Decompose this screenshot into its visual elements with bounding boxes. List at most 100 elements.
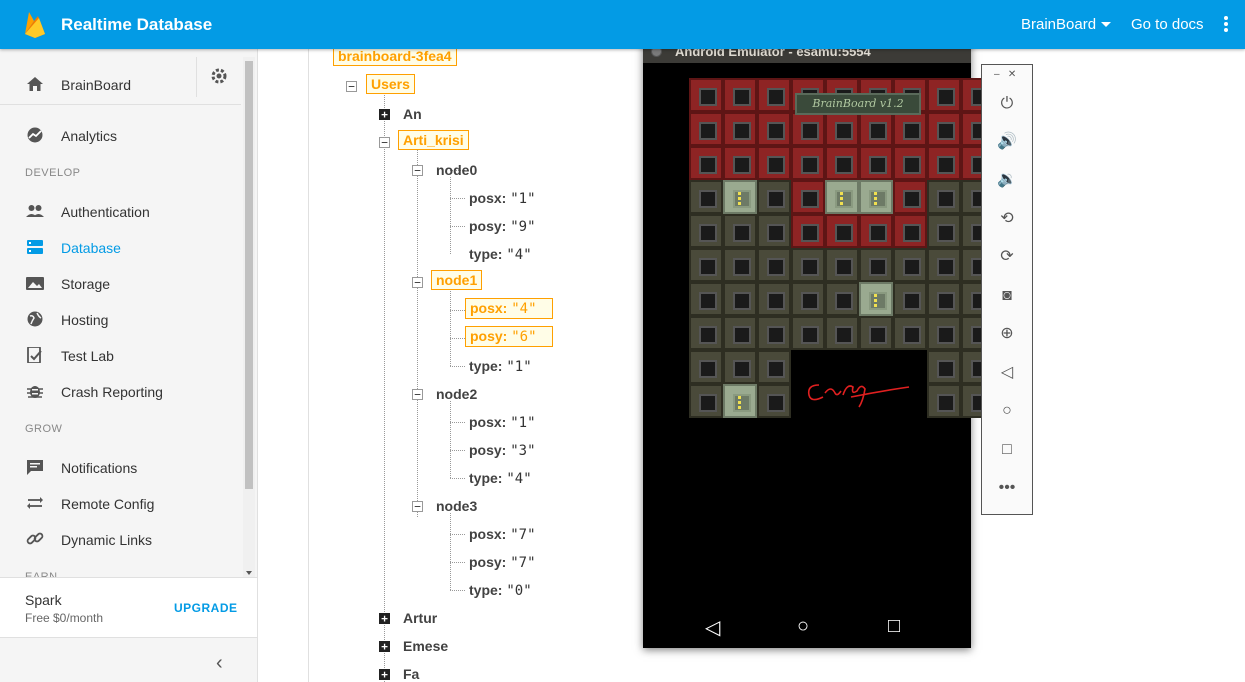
go-to-docs-link[interactable]: Go to docs	[1131, 16, 1204, 33]
board-cell[interactable]	[825, 214, 859, 248]
tree-node-node2[interactable]: node2	[436, 386, 477, 402]
board-cell[interactable]	[689, 384, 723, 418]
board-cell[interactable]	[893, 282, 927, 316]
board-cell[interactable]	[689, 78, 723, 112]
board-cell[interactable]	[791, 316, 825, 350]
board-cell[interactable]	[757, 146, 791, 180]
board-cell[interactable]	[723, 146, 757, 180]
sidebar-home[interactable]: BrainBoard	[0, 57, 241, 105]
board-cell[interactable]	[723, 248, 757, 282]
board-cell[interactable]	[791, 146, 825, 180]
tree-leaf-posy[interactable]: posy: "7"	[469, 554, 536, 571]
sidebar-item-analytics[interactable]: Analytics	[0, 117, 241, 153]
board-cell[interactable]	[689, 248, 723, 282]
scroll-down-icon[interactable]	[246, 571, 252, 575]
camera-icon[interactable]: ◙	[996, 285, 1018, 307]
board-cell[interactable]	[927, 316, 961, 350]
board-cell[interactable]	[791, 214, 825, 248]
board-cell[interactable]	[859, 214, 893, 248]
sidebar-item-authentication[interactable]: Authentication	[0, 193, 241, 229]
volume-up-icon[interactable]: 🔊	[996, 131, 1018, 153]
chevron-down-icon[interactable]	[1101, 22, 1111, 27]
board-cell[interactable]	[927, 282, 961, 316]
board-cell[interactable]	[859, 180, 893, 214]
tree-leaf-type[interactable]: type: "1"	[469, 358, 532, 375]
board-cell[interactable]	[825, 112, 859, 146]
tree-leaf-posx[interactable]: posx: "4"	[465, 298, 553, 319]
board-cell[interactable]	[689, 214, 723, 248]
board-cell[interactable]	[893, 146, 927, 180]
board-cell[interactable]	[893, 316, 927, 350]
board-cell[interactable]	[859, 316, 893, 350]
board-cell[interactable]	[689, 146, 723, 180]
board-cell[interactable]	[825, 146, 859, 180]
volume-down-icon[interactable]: 🔉	[996, 169, 1018, 191]
home-circle-icon[interactable]: ○	[797, 615, 809, 638]
zoom-icon[interactable]: ⊕	[996, 323, 1018, 345]
toolbar-window-controls[interactable]: – ✕	[994, 69, 1016, 80]
board-cell[interactable]	[723, 78, 757, 112]
board-cell[interactable]	[791, 282, 825, 316]
board-cell[interactable]	[791, 112, 825, 146]
board-cell[interactable]	[825, 282, 859, 316]
board-cell[interactable]	[927, 248, 961, 282]
expand-toggle-icon[interactable]: +	[379, 669, 390, 680]
tree-leaf-type[interactable]: type: "0"	[469, 582, 532, 599]
sidebar-item-storage[interactable]: Storage	[0, 265, 241, 301]
expand-toggle-icon[interactable]: +	[379, 613, 390, 624]
board-cell[interactable]	[723, 316, 757, 350]
board-cell[interactable]	[723, 282, 757, 316]
tree-node-arti-krisi[interactable]: Arti_krisi	[398, 130, 469, 150]
board-cell[interactable]	[689, 350, 723, 384]
board-cell[interactable]	[927, 350, 961, 384]
board-cell[interactable]	[859, 146, 893, 180]
back-icon[interactable]: ◁	[996, 362, 1018, 384]
board-cell[interactable]	[791, 248, 825, 282]
more-horiz-icon[interactable]: •••	[996, 477, 1018, 499]
collapse-toggle-icon[interactable]: −	[379, 137, 390, 148]
board-cell[interactable]	[723, 214, 757, 248]
sidebar-item-hosting[interactable]: Hosting	[0, 301, 241, 337]
sidebar-item-dynamic-links[interactable]: Dynamic Links	[0, 521, 241, 557]
board-cell[interactable]	[757, 214, 791, 248]
tree-leaf-posy[interactable]: posy: "6"	[465, 326, 553, 347]
sidebar-item-database[interactable]: Database	[0, 229, 241, 265]
overview-icon[interactable]: □	[996, 439, 1018, 461]
expand-toggle-icon[interactable]: +	[379, 109, 390, 120]
board-cell[interactable]	[723, 384, 757, 418]
tree-leaf-posy[interactable]: posy: "3"	[469, 442, 536, 459]
tree-leaf-posx[interactable]: posx: "1"	[469, 414, 536, 431]
board-cell[interactable]	[757, 350, 791, 384]
board-cell[interactable]	[689, 282, 723, 316]
board-cell[interactable]	[893, 180, 927, 214]
board-cell[interactable]	[859, 248, 893, 282]
board-cell[interactable]	[927, 384, 961, 418]
collapse-sidebar-button[interactable]: ‹	[0, 637, 257, 682]
board-cell[interactable]	[825, 316, 859, 350]
tree-root-key[interactable]: brainboard-3fea4	[333, 46, 457, 66]
board-cell[interactable]	[723, 112, 757, 146]
recents-icon[interactable]: □	[888, 615, 900, 638]
board-cell[interactable]	[689, 316, 723, 350]
collapse-toggle-icon[interactable]: −	[412, 389, 423, 400]
expand-toggle-icon[interactable]: +	[379, 641, 390, 652]
tree-node-node1[interactable]: node1	[431, 270, 483, 290]
board-cell[interactable]	[893, 248, 927, 282]
board-cell[interactable]	[757, 282, 791, 316]
sidebar-item-crash-reporting[interactable]: Crash Reporting	[0, 373, 241, 409]
tree-leaf-type[interactable]: type: "4"	[469, 470, 532, 487]
scrollbar-thumb[interactable]	[245, 61, 253, 489]
board-cell[interactable]	[927, 146, 961, 180]
sidebar-item-notifications[interactable]: Notifications	[0, 449, 241, 485]
tree-node-emese[interactable]: Emese	[403, 638, 448, 654]
home-circle-icon[interactable]: ○	[996, 400, 1018, 422]
board-cell[interactable]	[757, 316, 791, 350]
tree-node-node0[interactable]: node0	[436, 162, 477, 178]
board-cell[interactable]	[723, 350, 757, 384]
board-cell[interactable]	[927, 112, 961, 146]
board-cell[interactable]	[859, 282, 893, 316]
board-cell[interactable]	[893, 214, 927, 248]
tree-leaf-posy[interactable]: posy: "9"	[469, 218, 536, 235]
board-cell[interactable]	[723, 180, 757, 214]
board-cell[interactable]	[757, 112, 791, 146]
